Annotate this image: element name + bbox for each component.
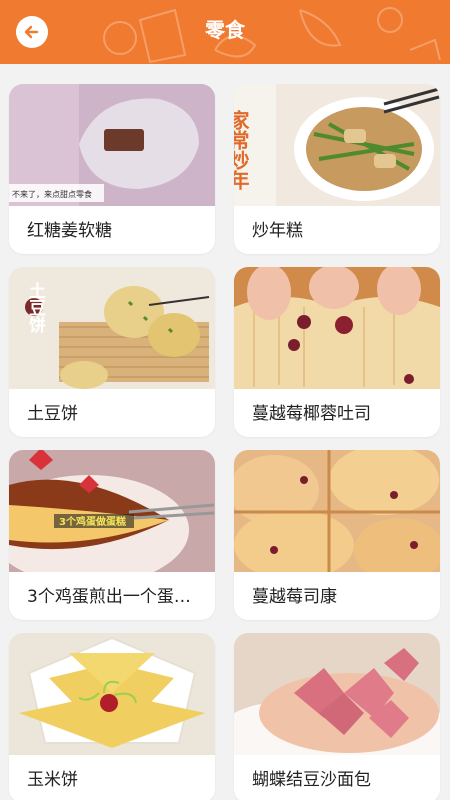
recipe-thumbnail: 土豆饼 (9, 267, 215, 389)
recipe-name: 蝴蝶结豆沙面包 (252, 770, 371, 790)
recipe-thumbnail: 家常炒年 (234, 84, 440, 206)
recipe-thumbnail (234, 633, 440, 755)
recipe-thumbnail (234, 267, 440, 389)
recipe-name: 玉米饼 (27, 770, 78, 790)
recipe-card[interactable]: 不来了，来点甜点零食 红糖姜软糖 (9, 84, 215, 254)
recipe-name: 土豆饼 (27, 404, 78, 424)
recipe-thumbnail (9, 633, 215, 755)
page-title: 零食 (205, 18, 245, 42)
app-header: 零食 (0, 0, 450, 64)
recipe-card[interactable]: 玉米饼 (9, 633, 215, 800)
recipe-name: 3个鸡蛋煎出一个蛋… (27, 587, 191, 607)
recipe-name: 蔓越莓司康 (252, 587, 337, 607)
thumbnail-caption: 土豆饼 (25, 281, 46, 334)
recipe-thumbnail: 不来了，来点甜点零食 (9, 84, 215, 206)
recipe-thumbnail: 3个鸡蛋做蛋糕 (9, 450, 215, 572)
recipe-name: 炒年糕 (252, 221, 303, 241)
recipe-card[interactable]: 3个鸡蛋做蛋糕 3个鸡蛋煎出一个蛋… (9, 450, 215, 620)
recipe-card[interactable]: 蔓越莓司康 (234, 450, 440, 620)
recipe-card[interactable]: 家常炒年 炒年糕 (234, 84, 440, 254)
recipe-thumbnail (234, 450, 440, 572)
thumbnail-caption: 3个鸡蛋做蛋糕 (59, 515, 126, 528)
recipe-name: 红糖姜软糖 (27, 221, 112, 241)
recipe-name: 蔓越莓椰蓉吐司 (252, 404, 371, 424)
thumbnail-caption: 不来了，来点甜点零食 (12, 189, 92, 199)
recipe-card[interactable]: 蝴蝶结豆沙面包 (234, 633, 440, 800)
recipe-card[interactable]: 蔓越莓椰蓉吐司 (234, 267, 440, 437)
thumbnail-caption: 家常炒年 (234, 109, 250, 191)
recipe-card[interactable]: 土豆饼 土豆饼 (9, 267, 215, 437)
